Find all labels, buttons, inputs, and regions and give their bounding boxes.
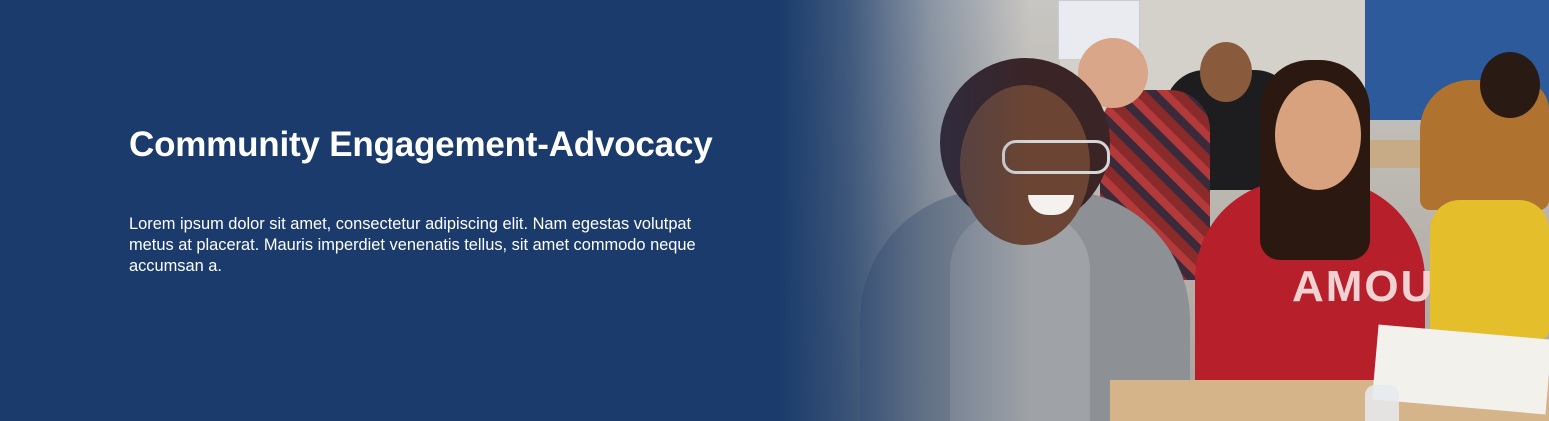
photo-background-person-head (1200, 42, 1252, 102)
photo-background-person-head (1480, 52, 1540, 118)
hero-description: Lorem ipsum dolor sit amet, consectetur … (129, 215, 696, 275)
hero-content: Community Engagement-Advocacy Lorem ipsu… (129, 124, 749, 277)
photo-woman-face (1275, 80, 1361, 190)
hero-gradient-overlay (700, 0, 1030, 421)
photo-water-bottle (1365, 385, 1399, 421)
photo-sweater-lettering: AMOUR (1292, 262, 1469, 311)
photo-yellow-backpack (1430, 200, 1549, 340)
page-title: Community Engagement-Advocacy (129, 125, 713, 164)
hero-banner: AMOUR Community Engagement-Advocacy Lore… (0, 0, 1549, 421)
